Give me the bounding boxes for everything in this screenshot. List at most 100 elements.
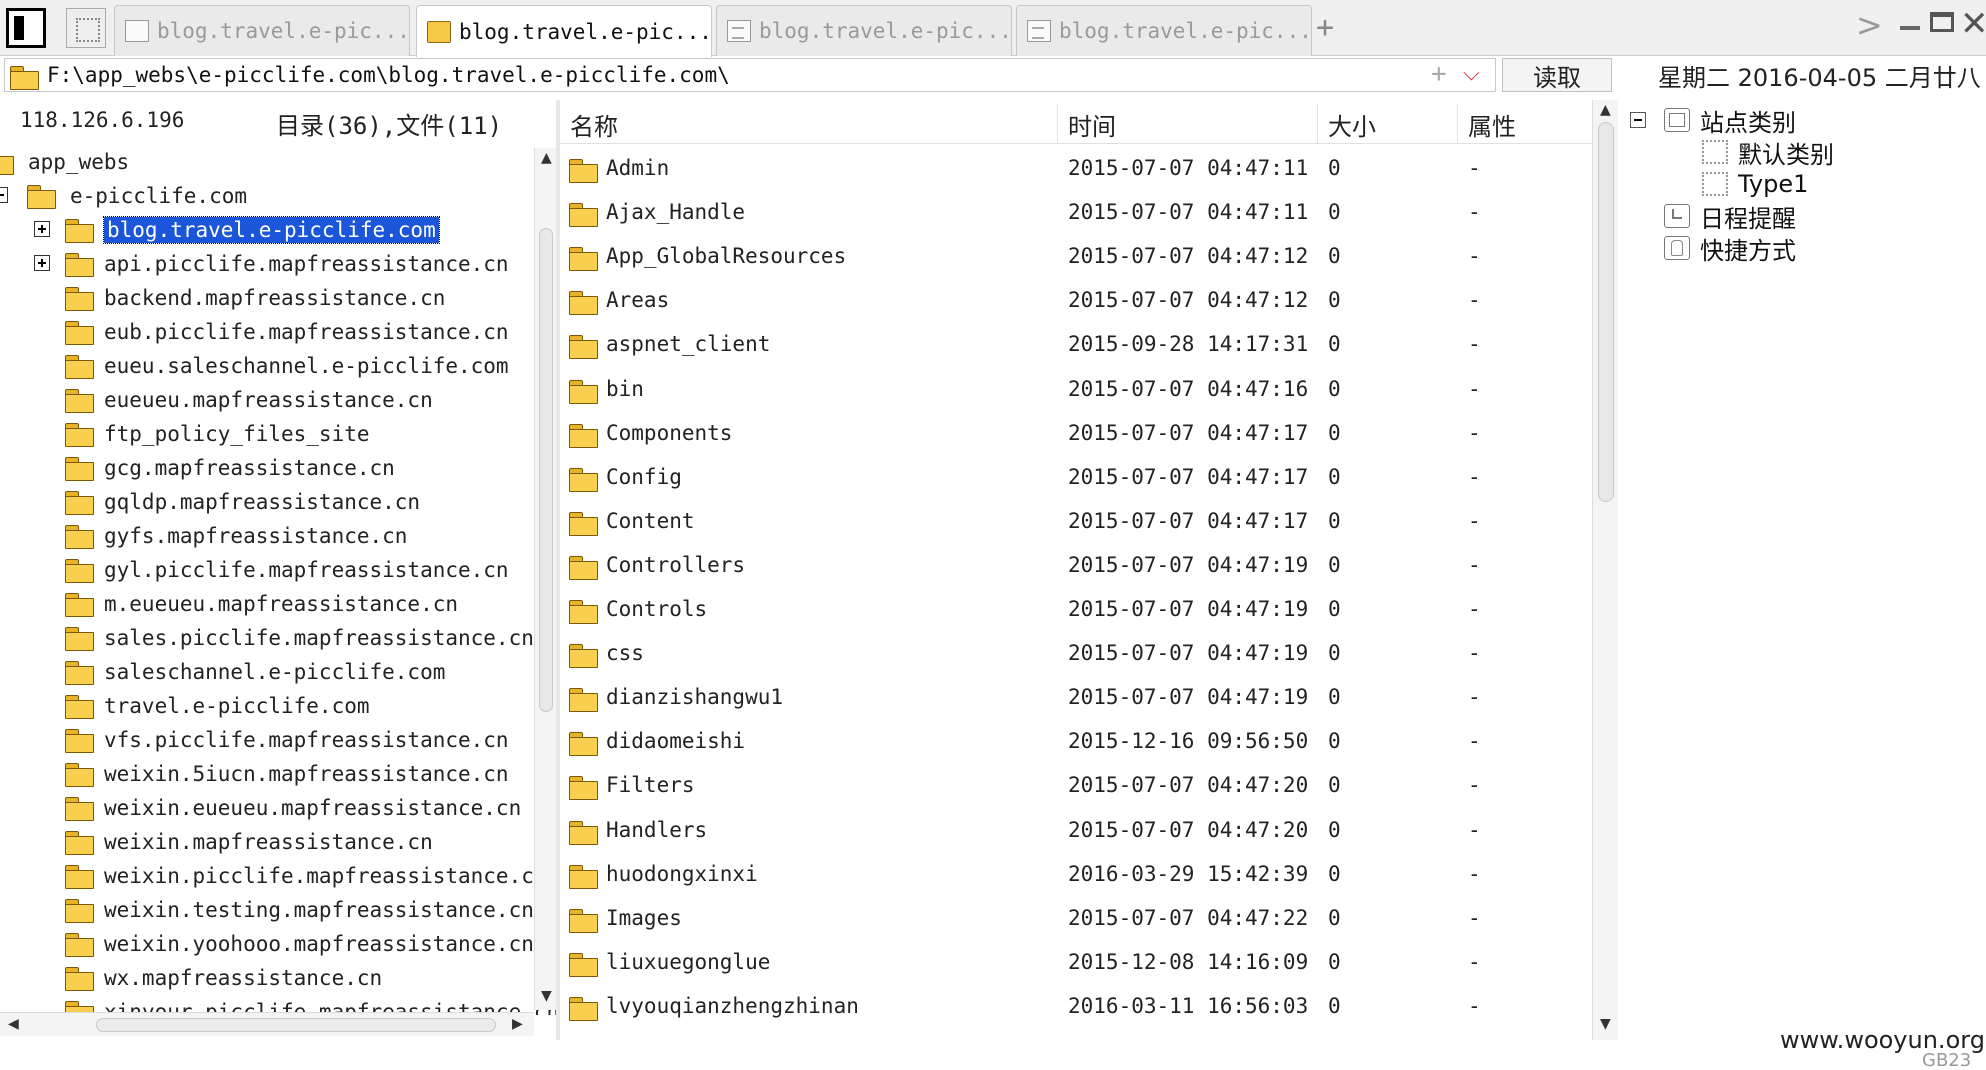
tree-item[interactable]: gyfs.mapfreassistance.cn (64, 519, 407, 553)
file-row[interactable]: aspnet_client 2015-09-28 14:17:31 0 - (560, 324, 1592, 368)
tree-item[interactable]: gyl.picclife.mapfreassistance.cn (64, 553, 509, 587)
expand-toggle-icon[interactable] (34, 221, 50, 237)
tab-2-active[interactable]: blog.travel.e-pic... (416, 5, 712, 57)
file-row[interactable]: css 2015-07-07 04:47:19 0 - (560, 633, 1592, 677)
scroll-up-icon[interactable]: ▲ (1600, 102, 1611, 118)
new-blank-tab-icon[interactable] (66, 8, 106, 48)
tree-item-root[interactable]: app_webs (0, 145, 129, 179)
file-name: Images (606, 906, 682, 930)
file-time: 2015-07-07 04:47:19 (1068, 553, 1309, 577)
address-dropdown-button[interactable]: ⌵ (1463, 61, 1480, 86)
folder-icon (568, 423, 598, 448)
folder-icon (64, 286, 94, 311)
type1-label: Type1 (1738, 170, 1809, 198)
tree-item[interactable]: weixin.mapfreassistance.cn (64, 825, 433, 859)
scroll-down-icon[interactable]: ▼ (541, 988, 552, 1004)
file-name: App_GlobalResources (606, 244, 847, 268)
close-button[interactable]: ✕ (1960, 4, 1986, 44)
tree-item[interactable]: eueueu.mapfreassistance.cn (64, 383, 433, 417)
type1-item[interactable]: Type1 (1702, 168, 1808, 200)
tree-item[interactable]: weixin.picclife.mapfreassistance.cn (64, 859, 547, 893)
tree-item[interactable]: api.picclife.mapfreassistance.cn (34, 247, 509, 281)
scroll-right-icon[interactable]: ▶ (512, 1016, 523, 1032)
tree-item[interactable]: wx.mapfreassistance.cn (64, 961, 382, 995)
file-list-vertical-scrollbar[interactable]: ▲ ▼ (1592, 100, 1618, 1040)
tree-item[interactable]: sales.picclife.mapfreassistance.cn (64, 621, 534, 655)
file-row[interactable]: Config 2015-07-07 04:47:17 0 - (560, 457, 1592, 501)
tree-item[interactable]: gqldp.mapfreassistance.cn (64, 485, 420, 519)
file-attr: - (1468, 818, 1481, 842)
file-row[interactable]: Filters 2015-07-07 04:47:20 0 - (560, 765, 1592, 809)
site-category-item[interactable]: 站点类别 (1664, 104, 1796, 137)
tree-item[interactable]: ftp_policy_files_site (64, 417, 370, 451)
tree-horizontal-scrollbar[interactable]: ◀ ▶ (0, 1012, 534, 1036)
column-name[interactable]: 名称 (560, 104, 1058, 144)
tree-item[interactable]: blog.travel.e-picclife.com (34, 213, 440, 247)
tree-item[interactable]: gcg.mapfreassistance.cn (64, 451, 395, 485)
file-row[interactable]: Content 2015-07-07 04:47:17 0 - (560, 501, 1592, 545)
tab-scroll-right-button[interactable]: > (1856, 6, 1883, 44)
add-bookmark-button[interactable]: + (1431, 59, 1447, 89)
column-attr[interactable]: 属性 (1458, 104, 1592, 144)
maximize-button[interactable] (1930, 12, 1954, 32)
tree-item[interactable]: vfs.picclife.mapfreassistance.cn (64, 723, 509, 757)
expand-toggle-icon[interactable] (34, 255, 50, 271)
shortcuts-item[interactable]: 快捷方式 (1664, 232, 1796, 265)
add-tab-button[interactable]: + (1316, 10, 1334, 45)
file-row[interactable]: Handlers 2015-07-07 04:47:20 0 - (560, 810, 1592, 854)
file-row[interactable]: Areas 2015-07-07 04:47:12 0 - (560, 280, 1592, 324)
file-row[interactable]: bin 2015-07-07 04:47:16 0 - (560, 369, 1592, 413)
tree-item[interactable]: eub.picclife.mapfreassistance.cn (64, 315, 509, 349)
tree-item[interactable]: weixin.yoohooo.mapfreassistance.cn (64, 927, 534, 961)
file-row[interactable]: Controllers 2015-07-07 04:47:19 0 - (560, 545, 1592, 589)
scrollbar-thumb[interactable] (96, 1018, 496, 1032)
column-size[interactable]: 大小 (1318, 104, 1458, 144)
tree-item[interactable]: m.eueueu.mapfreassistance.cn (64, 587, 458, 621)
file-row[interactable]: Ajax_Handle 2015-07-07 04:47:11 0 - (560, 192, 1592, 236)
tree-label: wx.mapfreassistance.cn (104, 966, 383, 990)
address-path[interactable]: F:\app_webs\e-picclife.com\blog.travel.e… (47, 63, 730, 87)
tab-3[interactable]: blog.travel.e-pic... (716, 5, 1012, 56)
file-row[interactable]: Controls 2015-07-07 04:47:19 0 - (560, 589, 1592, 633)
tree-item[interactable]: weixin.eueueu.mapfreassistance.cn (64, 791, 521, 825)
tree-item[interactable]: travel.e-picclife.com (64, 689, 370, 723)
file-row[interactable]: App_GlobalResources 2015-07-07 04:47:12 0 - (560, 236, 1592, 280)
app-menu-icon[interactable] (6, 8, 46, 48)
tree-item-domain[interactable]: e-picclife.com (0, 179, 247, 213)
tree-item[interactable]: eueu.saleschannel.e-picclife.com (64, 349, 509, 383)
column-time[interactable]: 时间 (1058, 104, 1318, 144)
tree-label: gcg.mapfreassistance.cn (104, 456, 395, 480)
scroll-left-icon[interactable]: ◀ (8, 1016, 19, 1032)
file-row[interactable]: Admin 2015-07-07 04:47:11 0 - (560, 148, 1592, 192)
folder-icon (568, 467, 598, 492)
file-time: 2015-07-07 04:47:22 (1068, 906, 1309, 930)
tree-item[interactable]: saleschannel.e-picclife.com (64, 655, 445, 689)
schedule-item[interactable]: 日程提醒 (1664, 200, 1796, 233)
collapse-toggle-icon[interactable] (1630, 112, 1646, 128)
tree-item[interactable]: weixin.5iucn.mapfreassistance.cn (64, 757, 509, 791)
scrollbar-thumb[interactable] (539, 228, 553, 712)
folder-icon (64, 320, 94, 345)
tab-1[interactable]: blog.travel.e-pic... (114, 5, 410, 56)
tree-label: weixin.mapfreassistance.cn (104, 830, 433, 854)
read-button[interactable]: 读取 (1502, 58, 1612, 92)
address-bar[interactable]: F:\app_webs\e-picclife.com\blog.travel.e… (4, 58, 1496, 92)
default-category-item[interactable]: 默认类别 (1702, 136, 1834, 169)
file-row[interactable]: huodongxinxi 2016-03-29 15:42:39 0 - (560, 854, 1592, 898)
file-row[interactable]: Components 2015-07-07 04:47:17 0 - (560, 413, 1592, 457)
scrollbar-thumb[interactable] (1598, 122, 1614, 502)
scroll-down-icon[interactable]: ▼ (1600, 1016, 1611, 1032)
scroll-up-icon[interactable]: ▲ (541, 150, 552, 166)
tree-item[interactable]: weixin.testing.mapfreassistance.cn (64, 893, 534, 927)
tree-vertical-scrollbar[interactable]: ▲ ▼ (534, 148, 556, 1010)
file-row[interactable]: dianzishangwu1 2015-07-07 04:47:19 0 - (560, 677, 1592, 721)
minimize-button[interactable] (1900, 26, 1920, 30)
tab-4[interactable]: blog.travel.e-pic... (1016, 5, 1312, 56)
folder-icon (64, 524, 94, 549)
file-row[interactable]: didaomeishi 2015-12-16 09:56:50 0 - (560, 721, 1592, 765)
tree-item[interactable]: backend.mapfreassistance.cn (64, 281, 445, 315)
file-row[interactable]: Images 2015-07-07 04:47:22 0 - (560, 898, 1592, 942)
collapse-toggle-icon[interactable] (0, 187, 8, 203)
file-row[interactable]: lvyouqianzhengzhinan 2016-03-11 16:56:03 0… (560, 986, 1592, 1028)
file-row[interactable]: liuxuegonglue 2015-12-08 14:16:09 0 - (560, 942, 1592, 986)
